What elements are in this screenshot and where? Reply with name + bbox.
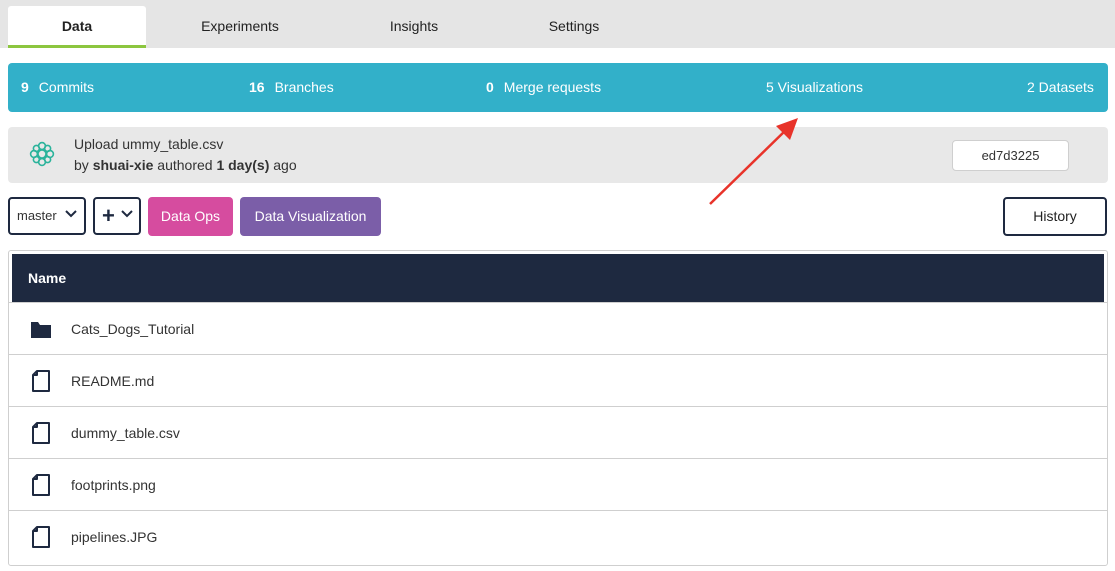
tab-bar: Data Experiments Insights Settings — [0, 0, 1115, 48]
file-name[interactable]: pipelines.JPG — [71, 511, 157, 563]
data-ops-button[interactable]: Data Ops — [148, 197, 233, 236]
table-row[interactable]: README.md — [9, 354, 1107, 406]
commit-sha-button[interactable]: ed7d3225 — [952, 140, 1069, 171]
file-icon — [32, 370, 50, 392]
folder-icon — [31, 322, 51, 338]
commit-ago: ago — [273, 157, 297, 173]
tab-settings[interactable]: Settings — [504, 6, 644, 48]
branches-count: 16 — [249, 79, 265, 95]
file-table: Name Cats_Dogs_Tutorial README.md dummy_… — [8, 250, 1108, 566]
file-name[interactable]: README.md — [71, 355, 154, 407]
commits-label: Commits — [38, 79, 95, 95]
branch-select-value: master — [17, 208, 57, 223]
history-button[interactable]: History — [1003, 197, 1107, 236]
commit-meta: by shuai-xie authored 1 day(s) ago — [74, 157, 297, 173]
stat-datasets[interactable]: 2 Datasets — [1027, 63, 1094, 112]
file-table-header: Name — [12, 254, 1104, 302]
branch-select[interactable]: master — [8, 197, 86, 235]
stat-branches[interactable]: 16 Branches — [249, 63, 334, 112]
commit-author[interactable]: shuai-xie — [93, 157, 154, 173]
tab-insights[interactable]: Insights — [344, 6, 484, 48]
table-row[interactable]: dummy_table.csv — [9, 406, 1107, 458]
merge-requests-count: 0 — [486, 79, 494, 95]
merge-requests-label: Merge requests — [503, 79, 602, 95]
table-row[interactable]: pipelines.JPG — [9, 510, 1107, 562]
latest-commit: Upload ummy_table.csv by shuai-xie autho… — [8, 127, 1108, 183]
branches-label: Branches — [274, 79, 334, 95]
commit-time: 1 day(s) — [216, 157, 270, 173]
file-icon — [32, 526, 50, 548]
file-name[interactable]: Cats_Dogs_Tutorial — [71, 303, 194, 355]
table-row[interactable]: Cats_Dogs_Tutorial — [9, 302, 1107, 354]
table-row[interactable]: footprints.png — [9, 458, 1107, 510]
file-name[interactable]: dummy_table.csv — [71, 407, 180, 459]
chevron-down-icon — [121, 210, 133, 218]
file-icon — [32, 422, 50, 444]
add-menu-button[interactable]: + — [93, 197, 141, 235]
tab-experiments[interactable]: Experiments — [170, 6, 310, 48]
repo-stats-bar: 9 Commits 16 Branches 0 Merge requests 5 Vi… — [8, 63, 1108, 112]
stat-merge-requests[interactable]: 0 Merge requests — [486, 63, 601, 112]
commits-count: 9 — [21, 79, 29, 95]
file-name[interactable]: footprints.png — [71, 459, 156, 511]
plus-icon: + — [102, 203, 115, 228]
commit-message[interactable]: Upload ummy_table.csv — [74, 136, 223, 152]
chevron-down-icon — [65, 210, 77, 218]
flower-avatar-icon — [29, 141, 55, 167]
stat-commits[interactable]: 9 Commits — [21, 63, 94, 112]
tab-data[interactable]: Data — [8, 6, 146, 48]
commit-authored-word: authored — [157, 157, 213, 173]
commit-by-prefix: by — [74, 157, 89, 173]
stat-visualizations[interactable]: 5 Visualizations — [766, 63, 863, 112]
file-icon — [32, 474, 50, 496]
data-visualization-button[interactable]: Data Visualization — [240, 197, 381, 236]
